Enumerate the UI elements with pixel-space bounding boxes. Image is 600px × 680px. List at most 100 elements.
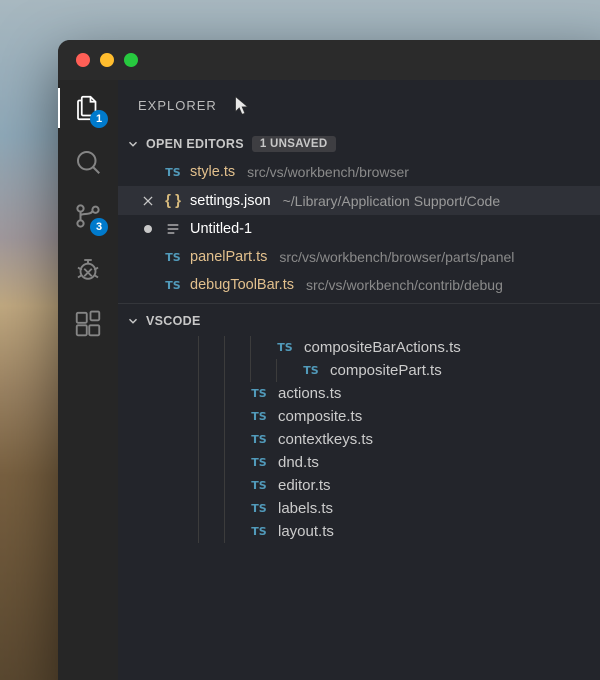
open-editors-list: TS style.ts src/vs/workbench/browser { } set…	[118, 158, 600, 299]
open-editor-item[interactable]: TS style.ts src/vs/workbench/browser	[118, 158, 600, 186]
search-icon	[73, 147, 103, 177]
typescript-icon: TS	[165, 166, 180, 179]
file-name: settings.json	[190, 193, 271, 209]
indent-guide	[198, 428, 199, 451]
file-path: ~/Library/Application Support/Code	[283, 193, 501, 209]
typescript-icon: TS	[277, 341, 292, 354]
plaintext-icon	[165, 221, 181, 237]
activity-explorer[interactable]: 1	[72, 92, 104, 124]
file-path: src/vs/workbench/contrib/debug	[306, 277, 503, 293]
row-prefix	[140, 194, 156, 208]
file-name: labels.ts	[278, 500, 333, 517]
file-tree: TS compositeBarActions.ts TS compositePart.…	[118, 334, 600, 543]
file-tree-item[interactable]: TS dnd.ts	[118, 451, 600, 474]
indent-guide	[198, 405, 199, 428]
file-name: debugToolBar.ts	[190, 277, 294, 293]
app-window: 1 3	[58, 40, 600, 680]
indent-guide	[224, 451, 225, 474]
typescript-icon: TS	[303, 364, 318, 377]
file-name: compositeBarActions.ts	[304, 339, 461, 356]
file-tree-item[interactable]: TS compositeBarActions.ts	[118, 336, 600, 359]
explorer-sidebar: EXPLORER OPEN EDITORS 1 UNSAVED TS style.…	[118, 80, 600, 680]
indent-guide	[198, 474, 199, 497]
typescript-icon: TS	[251, 456, 266, 469]
indent-guide	[224, 336, 225, 359]
unsaved-chip: 1 UNSAVED	[252, 136, 336, 152]
file-name: composite.ts	[278, 408, 362, 425]
typescript-icon: TS	[251, 502, 266, 515]
explorer-badge: 1	[90, 110, 108, 128]
indent-guide	[224, 474, 225, 497]
file-tree-item[interactable]: TS composite.ts	[118, 405, 600, 428]
workspace-header[interactable]: VSCODE	[118, 303, 600, 334]
extensions-icon	[73, 309, 103, 339]
typescript-icon: TS	[165, 279, 180, 292]
activity-source-control[interactable]: 3	[72, 200, 104, 232]
activity-extensions[interactable]	[72, 308, 104, 340]
file-path: src/vs/workbench/browser	[247, 164, 409, 180]
activity-run-debug[interactable]	[72, 254, 104, 286]
indent-guide	[198, 520, 199, 543]
file-name: panelPart.ts	[190, 249, 267, 265]
typescript-icon: TS	[251, 387, 266, 400]
file-tree-item[interactable]: TS editor.ts	[118, 474, 600, 497]
indent-guide	[224, 382, 225, 405]
dirty-indicator	[144, 225, 152, 233]
typescript-icon: TS	[251, 479, 266, 492]
activity-search[interactable]	[72, 146, 104, 178]
scm-badge: 3	[90, 218, 108, 236]
file-name: actions.ts	[278, 385, 341, 402]
indent-guide	[198, 497, 199, 520]
file-name: compositePart.ts	[330, 362, 442, 379]
indent-guide	[276, 359, 277, 382]
file-path: src/vs/workbench/browser/parts/panel	[279, 249, 514, 265]
json-icon: { }	[165, 192, 181, 209]
indent-guide	[198, 451, 199, 474]
indent-guide	[224, 359, 225, 382]
file-name: style.ts	[190, 164, 235, 180]
file-tree-item[interactable]: TS actions.ts	[118, 382, 600, 405]
window-close-button[interactable]	[76, 53, 90, 67]
typescript-icon: TS	[165, 251, 180, 264]
open-editor-item[interactable]: TS panelPart.ts src/vs/workbench/browser/p…	[118, 243, 600, 271]
file-name: editor.ts	[278, 477, 331, 494]
indent-guide	[224, 428, 225, 451]
file-name: layout.ts	[278, 523, 334, 540]
titlebar[interactable]	[58, 40, 600, 80]
workspace-label: VSCODE	[146, 314, 201, 328]
typescript-icon: TS	[251, 410, 266, 423]
indent-guide	[250, 336, 251, 359]
typescript-icon: TS	[251, 433, 266, 446]
file-tree-item[interactable]: TS contextkeys.ts	[118, 428, 600, 451]
window-body: 1 3	[58, 80, 600, 680]
indent-guide	[198, 336, 199, 359]
file-tree-item[interactable]: TS layout.ts	[118, 520, 600, 543]
indent-guide	[224, 520, 225, 543]
file-name: Untitled-1	[190, 221, 252, 237]
bug-icon	[73, 255, 103, 285]
activity-bar: 1 3	[58, 80, 118, 680]
window-minimize-button[interactable]	[100, 53, 114, 67]
indent-guide	[198, 382, 199, 405]
open-editors-header[interactable]: OPEN EDITORS 1 UNSAVED	[118, 130, 600, 158]
open-editors-label: OPEN EDITORS	[146, 137, 244, 151]
indent-guide	[250, 359, 251, 382]
chevron-down-icon	[126, 137, 140, 151]
chevron-down-icon	[126, 314, 140, 328]
open-editor-item[interactable]: { } settings.json ~/Library/Application Su…	[118, 186, 600, 215]
window-zoom-button[interactable]	[124, 53, 138, 67]
indent-guide	[224, 497, 225, 520]
file-name: contextkeys.ts	[278, 431, 373, 448]
typescript-icon: TS	[251, 525, 266, 538]
file-name: dnd.ts	[278, 454, 319, 471]
open-editor-item[interactable]: Untitled-1	[118, 215, 600, 243]
open-editor-item[interactable]: TS debugToolBar.ts src/vs/workbench/contri…	[118, 271, 600, 299]
close-icon[interactable]	[141, 194, 155, 208]
indent-guide	[198, 359, 199, 382]
file-tree-item[interactable]: TS compositePart.ts	[118, 359, 600, 382]
cursor-icon	[231, 94, 253, 116]
row-prefix	[140, 225, 156, 233]
explorer-title: EXPLORER	[138, 98, 217, 113]
file-tree-item[interactable]: TS labels.ts	[118, 497, 600, 520]
explorer-title-row: EXPLORER	[118, 80, 600, 130]
